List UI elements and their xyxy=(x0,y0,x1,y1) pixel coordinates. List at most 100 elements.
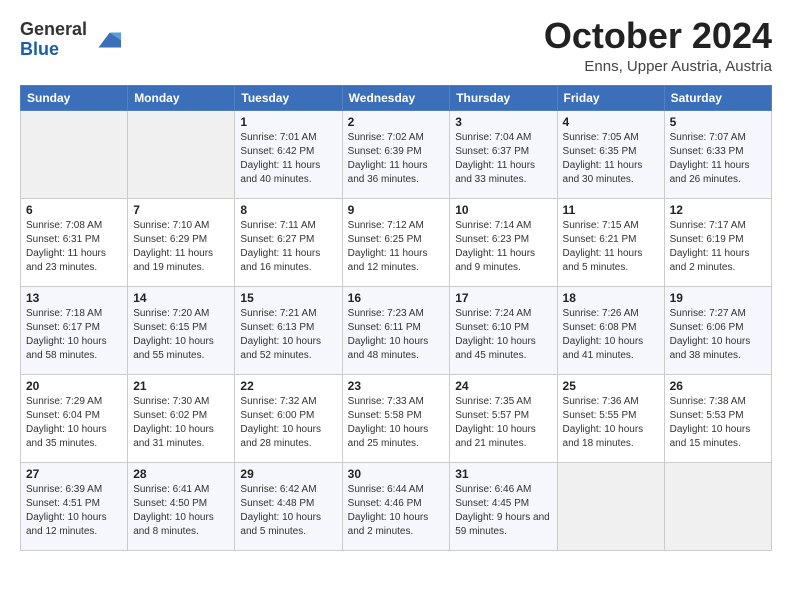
calendar-cell: 2 Sunrise: 7:02 AM Sunset: 6:39 PM Daylig… xyxy=(342,110,450,198)
day-detail: Sunrise: 7:04 AM Sunset: 6:37 PM Dayligh… xyxy=(455,131,551,187)
calendar-cell: 17 Sunrise: 7:24 AM Sunset: 6:10 PM Dayli… xyxy=(450,286,557,374)
calendar-cell: 10 Sunrise: 7:14 AM Sunset: 6:23 PM Dayli… xyxy=(450,198,557,286)
calendar-cell: 3Sunrise: 7:04 AM Sunset: 6:37 PM Daylig… xyxy=(450,110,557,198)
logo-general: General xyxy=(20,20,87,40)
calendar-cell: 19Sunrise: 7:27 AM Sunset: 6:06 PM Dayli… xyxy=(664,286,771,374)
day-number: 9 xyxy=(348,203,445,217)
day-detail: Sunrise: 7:05 AM Sunset: 6:35 PM Dayligh… xyxy=(563,131,659,187)
col-header-tuesday: Tuesday xyxy=(235,85,342,110)
calendar-page: General Blue October 2024 Enns, Upper Au… xyxy=(0,0,792,612)
day-number: 8 xyxy=(240,203,336,217)
calendar-cell: 16Sunrise: 7:23 AM Sunset: 6:11 PM Dayli… xyxy=(342,286,450,374)
title-area: October 2024 Enns, Upper Austria, Austri… xyxy=(544,16,772,75)
calendar-cell: 29Sunrise: 6:42 AM Sunset: 4:48 PM Dayli… xyxy=(235,462,342,550)
day-detail: Sunrise: 7:02 AM Sunset: 6:39 PM Dayligh… xyxy=(348,131,445,187)
day-detail: Sunrise: 7:32 AM Sunset: 6:00 PM Dayligh… xyxy=(240,395,336,451)
day-number: 4 xyxy=(563,115,659,129)
calendar-cell: 5 Sunrise: 7:07 AM Sunset: 6:33 PM Daylig… xyxy=(664,110,771,198)
day-detail: Sunrise: 7:36 AM Sunset: 5:55 PM Dayligh… xyxy=(563,395,659,451)
calendar-cell: 8Sunrise: 7:11 AM Sunset: 6:27 PM Daylig… xyxy=(235,198,342,286)
day-number: 7 xyxy=(133,203,229,217)
day-number: 2 xyxy=(348,115,445,129)
day-number: 27 xyxy=(26,467,122,481)
day-number: 10 xyxy=(455,203,551,217)
calendar-cell: 23 Sunrise: 7:33 AM Sunset: 5:58 PM Dayli… xyxy=(342,374,450,462)
calendar-cell: 13 Sunrise: 7:18 AM Sunset: 6:17 PM Dayli… xyxy=(21,286,128,374)
col-header-friday: Friday xyxy=(557,85,664,110)
calendar-cell: 24 Sunrise: 7:35 AM Sunset: 5:57 PM Dayli… xyxy=(450,374,557,462)
header-row: SundayMondayTuesdayWednesdayThursdayFrid… xyxy=(21,85,772,110)
calendar-cell: 22 Sunrise: 7:32 AM Sunset: 6:00 PM Dayli… xyxy=(235,374,342,462)
day-number: 29 xyxy=(240,467,336,481)
calendar-cell xyxy=(128,110,235,198)
day-detail: Sunrise: 6:44 AM Sunset: 4:46 PM Dayligh… xyxy=(348,483,445,539)
day-number: 26 xyxy=(670,379,766,393)
day-number: 23 xyxy=(348,379,445,393)
day-number: 17 xyxy=(455,291,551,305)
day-detail: Sunrise: 7:33 AM Sunset: 5:58 PM Dayligh… xyxy=(348,395,445,451)
day-detail: Sunrise: 7:24 AM Sunset: 6:10 PM Dayligh… xyxy=(455,307,551,363)
calendar-cell: 30 Sunrise: 6:44 AM Sunset: 4:46 PM Dayli… xyxy=(342,462,450,550)
day-detail: Sunrise: 6:46 AM Sunset: 4:45 PM Dayligh… xyxy=(455,483,551,539)
day-number: 24 xyxy=(455,379,551,393)
calendar-cell xyxy=(664,462,771,550)
calendar-cell: 15 Sunrise: 7:21 AM Sunset: 6:13 PM Dayli… xyxy=(235,286,342,374)
day-number: 6 xyxy=(26,203,122,217)
day-number: 13 xyxy=(26,291,122,305)
day-number: 11 xyxy=(563,203,659,217)
calendar-cell: 11 Sunrise: 7:15 AM Sunset: 6:21 PM Dayli… xyxy=(557,198,664,286)
week-row-4: 20Sunrise: 7:29 AM Sunset: 6:04 PM Dayli… xyxy=(21,374,772,462)
week-row-3: 13 Sunrise: 7:18 AM Sunset: 6:17 PM Dayli… xyxy=(21,286,772,374)
day-number: 1 xyxy=(240,115,336,129)
calendar-header: SundayMondayTuesdayWednesdayThursdayFrid… xyxy=(21,85,772,110)
week-row-2: 6 Sunrise: 7:08 AM Sunset: 6:31 PM Daylig… xyxy=(21,198,772,286)
calendar-cell: 1Sunrise: 7:01 AM Sunset: 6:42 PM Daylig… xyxy=(235,110,342,198)
day-number: 18 xyxy=(563,291,659,305)
calendar-cell: 12 Sunrise: 7:17 AM Sunset: 6:19 PM Dayli… xyxy=(664,198,771,286)
day-number: 30 xyxy=(348,467,445,481)
day-number: 28 xyxy=(133,467,229,481)
day-detail: Sunrise: 7:20 AM Sunset: 6:15 PM Dayligh… xyxy=(133,307,229,363)
day-detail: Sunrise: 6:41 AM Sunset: 4:50 PM Dayligh… xyxy=(133,483,229,539)
calendar-cell: 7Sunrise: 7:10 AM Sunset: 6:29 PM Daylig… xyxy=(128,198,235,286)
calendar-cell: 18 Sunrise: 7:26 AM Sunset: 6:08 PM Dayli… xyxy=(557,286,664,374)
calendar-cell xyxy=(557,462,664,550)
header: General Blue October 2024 Enns, Upper Au… xyxy=(20,16,772,75)
calendar-cell: 9 Sunrise: 7:12 AM Sunset: 6:25 PM Daylig… xyxy=(342,198,450,286)
day-number: 21 xyxy=(133,379,229,393)
logo: General Blue xyxy=(20,20,121,60)
location-subtitle: Enns, Upper Austria, Austria xyxy=(544,58,772,75)
col-header-sunday: Sunday xyxy=(21,85,128,110)
calendar-cell: 27 Sunrise: 6:39 AM Sunset: 4:51 PM Dayli… xyxy=(21,462,128,550)
week-row-1: 1Sunrise: 7:01 AM Sunset: 6:42 PM Daylig… xyxy=(21,110,772,198)
day-detail: Sunrise: 7:21 AM Sunset: 6:13 PM Dayligh… xyxy=(240,307,336,363)
day-number: 12 xyxy=(670,203,766,217)
calendar-cell: 26 Sunrise: 7:38 AM Sunset: 5:53 PM Dayli… xyxy=(664,374,771,462)
month-title: October 2024 xyxy=(544,16,772,56)
day-detail: Sunrise: 7:35 AM Sunset: 5:57 PM Dayligh… xyxy=(455,395,551,451)
day-number: 25 xyxy=(563,379,659,393)
day-detail: Sunrise: 7:26 AM Sunset: 6:08 PM Dayligh… xyxy=(563,307,659,363)
day-detail: Sunrise: 7:17 AM Sunset: 6:19 PM Dayligh… xyxy=(670,219,766,275)
day-detail: Sunrise: 7:08 AM Sunset: 6:31 PM Dayligh… xyxy=(26,219,122,275)
day-detail: Sunrise: 7:18 AM Sunset: 6:17 PM Dayligh… xyxy=(26,307,122,363)
day-detail: Sunrise: 7:14 AM Sunset: 6:23 PM Dayligh… xyxy=(455,219,551,275)
day-detail: Sunrise: 7:38 AM Sunset: 5:53 PM Dayligh… xyxy=(670,395,766,451)
day-number: 15 xyxy=(240,291,336,305)
logo-text: General Blue xyxy=(20,20,87,60)
day-detail: Sunrise: 6:39 AM Sunset: 4:51 PM Dayligh… xyxy=(26,483,122,539)
day-number: 20 xyxy=(26,379,122,393)
logo-blue: Blue xyxy=(20,40,87,60)
calendar-cell: 14Sunrise: 7:20 AM Sunset: 6:15 PM Dayli… xyxy=(128,286,235,374)
col-header-saturday: Saturday xyxy=(664,85,771,110)
day-detail: Sunrise: 7:23 AM Sunset: 6:11 PM Dayligh… xyxy=(348,307,445,363)
day-detail: Sunrise: 7:12 AM Sunset: 6:25 PM Dayligh… xyxy=(348,219,445,275)
day-number: 22 xyxy=(240,379,336,393)
day-number: 5 xyxy=(670,115,766,129)
day-detail: Sunrise: 7:07 AM Sunset: 6:33 PM Dayligh… xyxy=(670,131,766,187)
col-header-thursday: Thursday xyxy=(450,85,557,110)
calendar-cell: 4 Sunrise: 7:05 AM Sunset: 6:35 PM Daylig… xyxy=(557,110,664,198)
calendar-cell xyxy=(21,110,128,198)
day-detail: Sunrise: 7:15 AM Sunset: 6:21 PM Dayligh… xyxy=(563,219,659,275)
calendar-body: 1Sunrise: 7:01 AM Sunset: 6:42 PM Daylig… xyxy=(21,110,772,550)
